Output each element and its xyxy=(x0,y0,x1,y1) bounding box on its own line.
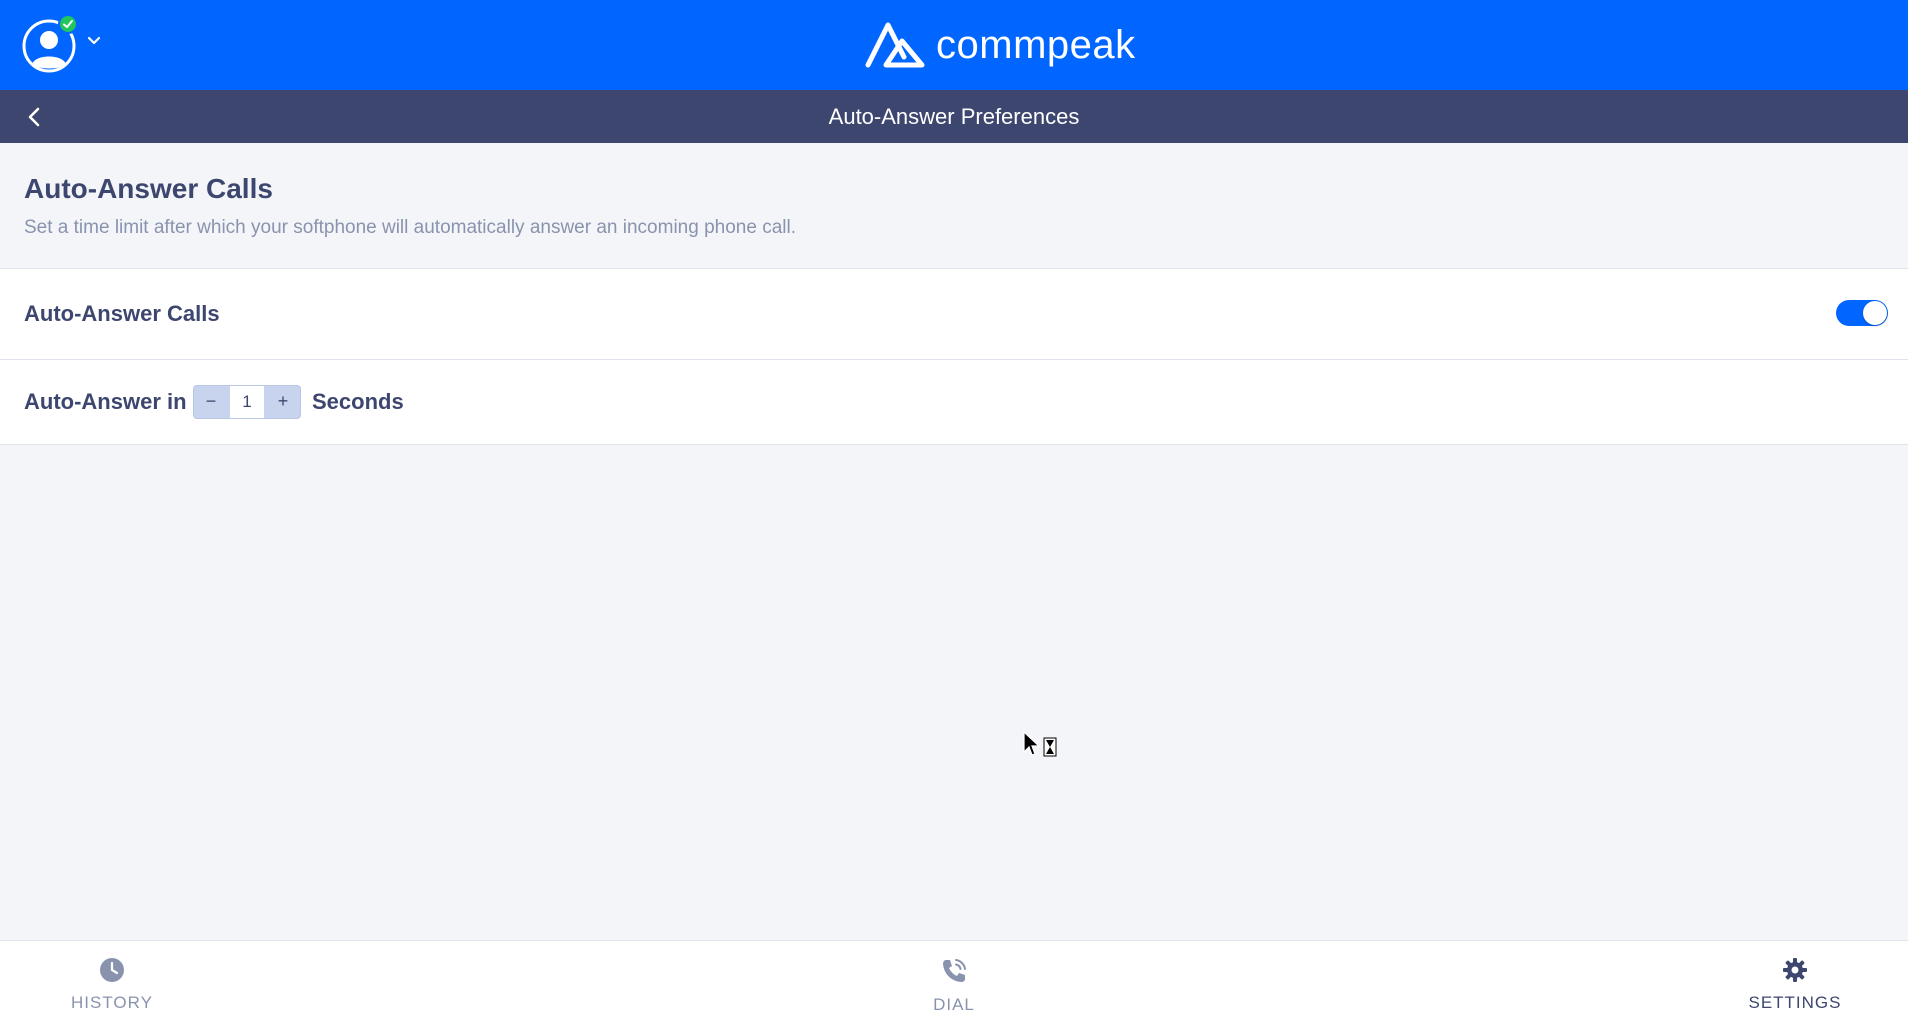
section-description: Set a time limit after which your softph… xyxy=(24,217,796,238)
auto-answer-toggle-row: Auto-Answer Calls xyxy=(0,269,1908,360)
decrement-button[interactable]: − xyxy=(194,386,228,418)
page-title: Auto-Answer Preferences xyxy=(828,104,1080,129)
toggle-knob xyxy=(1863,301,1887,325)
chevron-down-icon[interactable] xyxy=(86,35,102,47)
section-title: Auto-Answer Calls xyxy=(24,173,273,204)
gear-icon xyxy=(1783,958,1807,982)
seconds-stepper: − + xyxy=(193,385,301,419)
increment-button[interactable]: + xyxy=(266,386,300,418)
seconds-unit-label: Seconds xyxy=(312,389,404,414)
brand-name: commpeak xyxy=(936,22,1136,67)
auto-answer-delay-label: Auto-Answer in xyxy=(24,389,187,414)
auto-answer-toggle-label: Auto-Answer Calls xyxy=(24,301,220,326)
online-status-badge xyxy=(58,14,78,34)
clock-icon xyxy=(100,958,124,982)
phone-icon xyxy=(943,959,966,982)
seconds-input[interactable] xyxy=(230,386,264,418)
top-bar: commpeak xyxy=(0,0,1908,90)
nav-settings-label: SETTINGS xyxy=(1748,993,1842,1012)
nav-history[interactable]: HISTORY xyxy=(60,957,164,1013)
nav-dial[interactable]: DIAL xyxy=(904,957,1004,1015)
bottom-navigation: HISTORY DIAL SETTINGS xyxy=(0,940,1908,1022)
nav-dial-label: DIAL xyxy=(933,995,975,1014)
auto-answer-toggle[interactable] xyxy=(1836,300,1888,326)
page-header: Auto-Answer Preferences xyxy=(0,90,1908,143)
brand-logo: commpeak xyxy=(864,18,1136,72)
busy-cursor-icon xyxy=(1023,730,1057,757)
app-window: commpeak Auto-Answer Preferences Auto-An… xyxy=(0,0,1908,1022)
check-icon xyxy=(63,20,73,28)
profile-menu-button[interactable] xyxy=(22,14,80,74)
commpeak-logo-icon xyxy=(865,22,925,68)
auto-answer-delay-row: Auto-Answer in − + Seconds xyxy=(0,360,1908,445)
section-header: Auto-Answer Calls Set a time limit after… xyxy=(0,143,1908,269)
nav-history-label: HISTORY xyxy=(71,993,153,1012)
nav-settings[interactable]: SETTINGS xyxy=(1740,957,1850,1013)
